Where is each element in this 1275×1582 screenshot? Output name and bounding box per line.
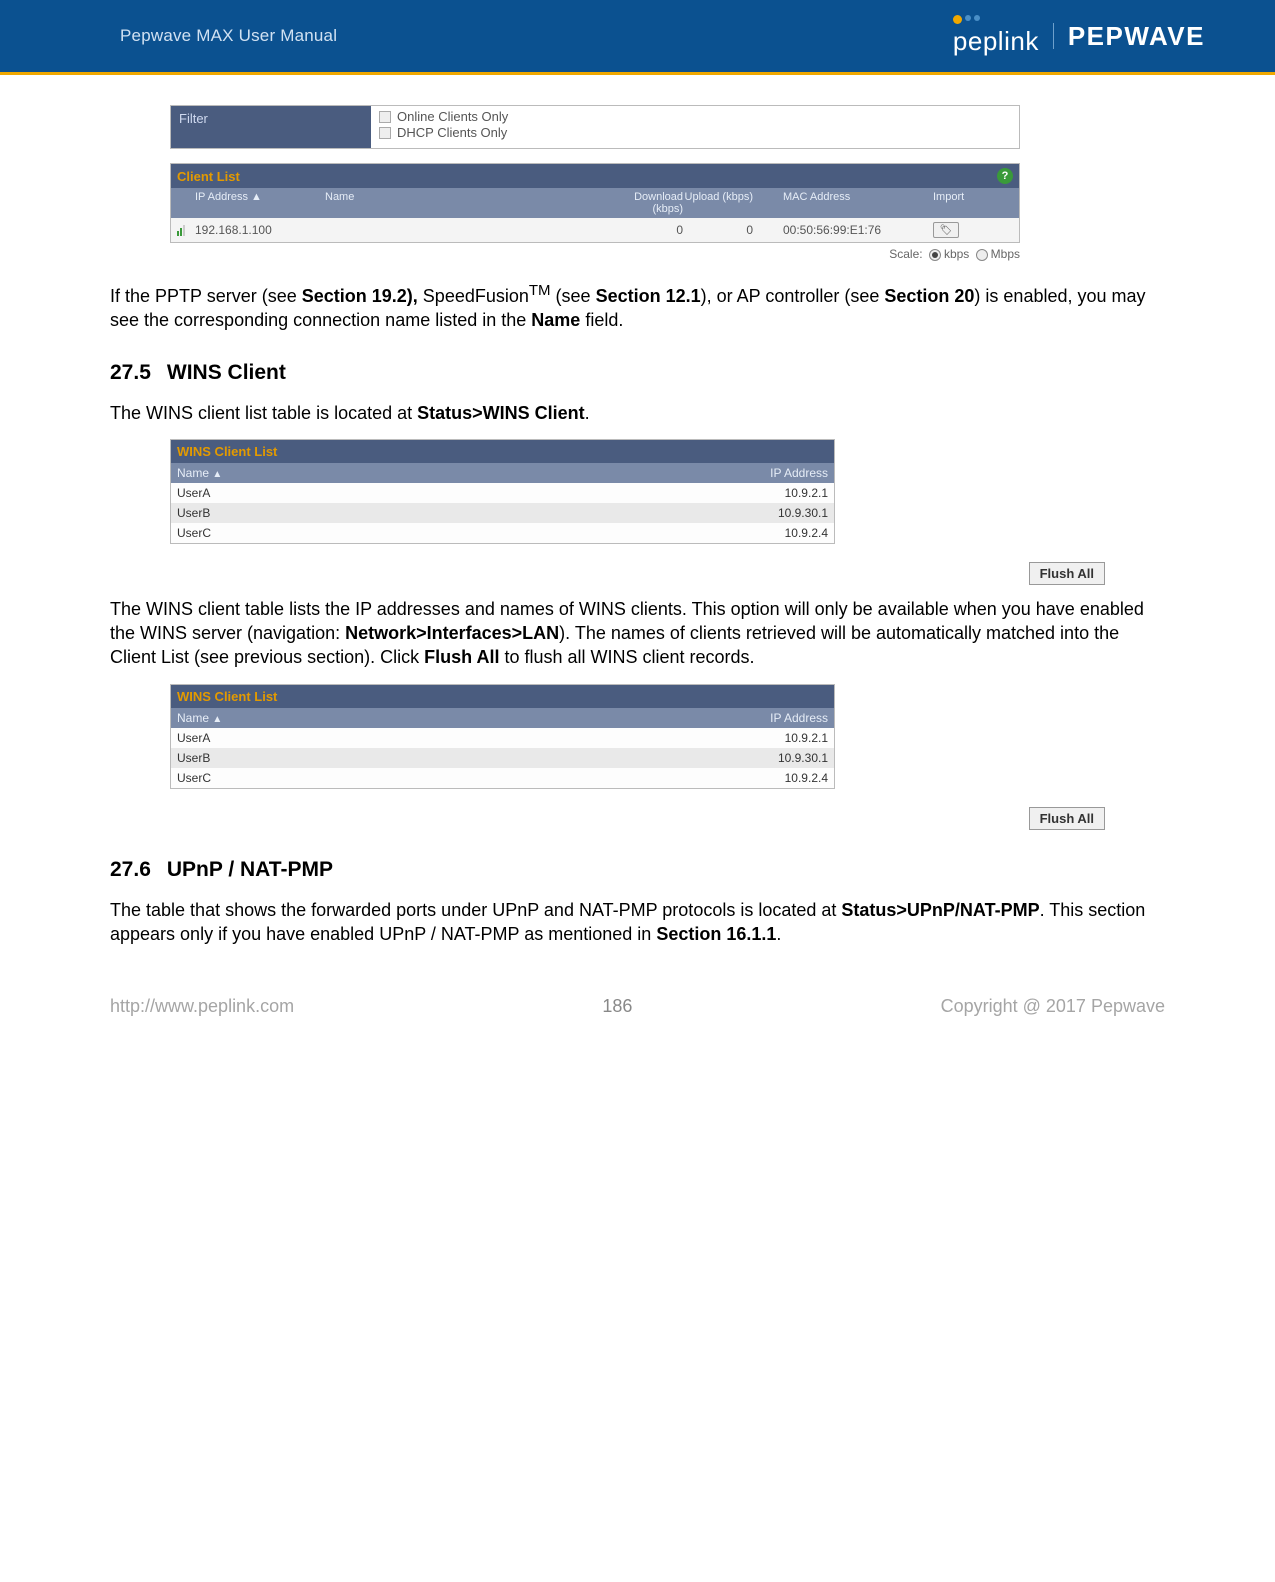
help-icon[interactable]: ? <box>997 168 1013 184</box>
brand-pepwave: PEPWAVE <box>1068 21 1205 52</box>
client-download: 0 <box>603 223 683 237</box>
scale-label: Scale: <box>889 247 922 261</box>
col-name-header[interactable]: Name <box>325 191 603 215</box>
wins-title: WINS Client List <box>171 685 834 708</box>
document-header: Pepwave MAX User Manual peplink PEPWAVE <box>0 0 1275 75</box>
col-ip-header[interactable]: IP Address ▲ <box>195 191 325 215</box>
client-row: 192.168.1.100 0 0 00:50:56:99:E1:76 🏷 <box>171 218 1019 242</box>
client-ip: 192.168.1.100 <box>195 223 325 237</box>
page-number: 186 <box>602 996 632 1017</box>
wins-row: UserC10.9.2.4 <box>171 523 834 543</box>
signal-icon <box>177 225 195 236</box>
scale-mbps-radio[interactable] <box>976 249 988 261</box>
client-list-screenshot: Filter Online Clients Only DHCP Clients … <box>170 105 1165 261</box>
footer-copyright: Copyright @ 2017 Pepwave <box>941 996 1165 1017</box>
scale-mbps-label: Mbps <box>991 247 1020 261</box>
col-import-header: Import <box>933 191 1013 215</box>
col-download-header: Download (kbps) <box>603 191 683 215</box>
scale-kbps-label: kbps <box>944 247 969 261</box>
brand-peplink: peplink <box>953 26 1039 57</box>
manual-title: Pepwave MAX User Manual <box>120 26 337 46</box>
wins-col-ip: IP Address <box>698 466 828 480</box>
filter-label: Filter <box>171 106 371 148</box>
page-footer: http://www.peplink.com 186 Copyright @ 2… <box>110 996 1165 1017</box>
wins-col-name[interactable]: Name ▲ <box>177 466 698 480</box>
paragraph-wins-description: The WINS client table lists the IP addre… <box>110 597 1165 670</box>
wins-row: UserB10.9.30.1 <box>171 748 834 768</box>
scale-control: Scale: kbps Mbps <box>170 247 1020 261</box>
paragraph-wins-location: The WINS client list table is located at… <box>110 401 1165 425</box>
wins-client-list-screenshot-1: WINS Client List Name ▲ IP Address UserA… <box>170 439 835 544</box>
footer-url: http://www.peplink.com <box>110 996 294 1017</box>
client-mac: 00:50:56:99:E1:76 <box>753 223 933 237</box>
sort-asc-icon: ▲ <box>212 714 222 725</box>
scale-kbps-radio[interactable] <box>929 249 941 261</box>
wins-row: UserA10.9.2.1 <box>171 483 834 503</box>
wins-row: UserA10.9.2.1 <box>171 728 834 748</box>
wins-row: UserB10.9.30.1 <box>171 503 834 523</box>
filter-online-label: Online Clients Only <box>397 109 508 124</box>
brand-logo: peplink PEPWAVE <box>953 15 1205 57</box>
filter-dhcp-label: DHCP Clients Only <box>397 125 507 140</box>
paragraph-upnp-description: The table that shows the forwarded ports… <box>110 898 1165 947</box>
flush-all-button[interactable]: Flush All <box>1029 562 1105 585</box>
section-276-heading: 27.6UPnP / NAT-PMP <box>110 858 1165 882</box>
tag-icon: 🏷 <box>940 225 953 236</box>
wins-row: UserC10.9.2.4 <box>171 768 834 788</box>
section-275-heading: 27.5WINS Client <box>110 361 1165 385</box>
client-list-title: Client List <box>177 169 240 184</box>
wins-client-list-screenshot-2: WINS Client List Name ▲ IP Address UserA… <box>170 684 835 789</box>
col-upload-header: Upload (kbps) <box>683 191 753 215</box>
wins-col-ip: IP Address <box>698 711 828 725</box>
wins-col-name[interactable]: Name ▲ <box>177 711 698 725</box>
paragraph-pptp-note: If the PPTP server (see Section 19.2), S… <box>110 281 1165 333</box>
sort-asc-icon: ▲ <box>212 469 222 480</box>
flush-all-button[interactable]: Flush All <box>1029 807 1105 830</box>
import-button[interactable]: 🏷 <box>933 222 959 238</box>
filter-dhcp-checkbox[interactable]: DHCP Clients Only <box>379 125 1011 140</box>
wins-title: WINS Client List <box>171 440 834 463</box>
col-mac-header: MAC Address <box>753 191 933 215</box>
filter-online-checkbox[interactable]: Online Clients Only <box>379 109 1011 124</box>
client-upload: 0 <box>683 223 753 237</box>
